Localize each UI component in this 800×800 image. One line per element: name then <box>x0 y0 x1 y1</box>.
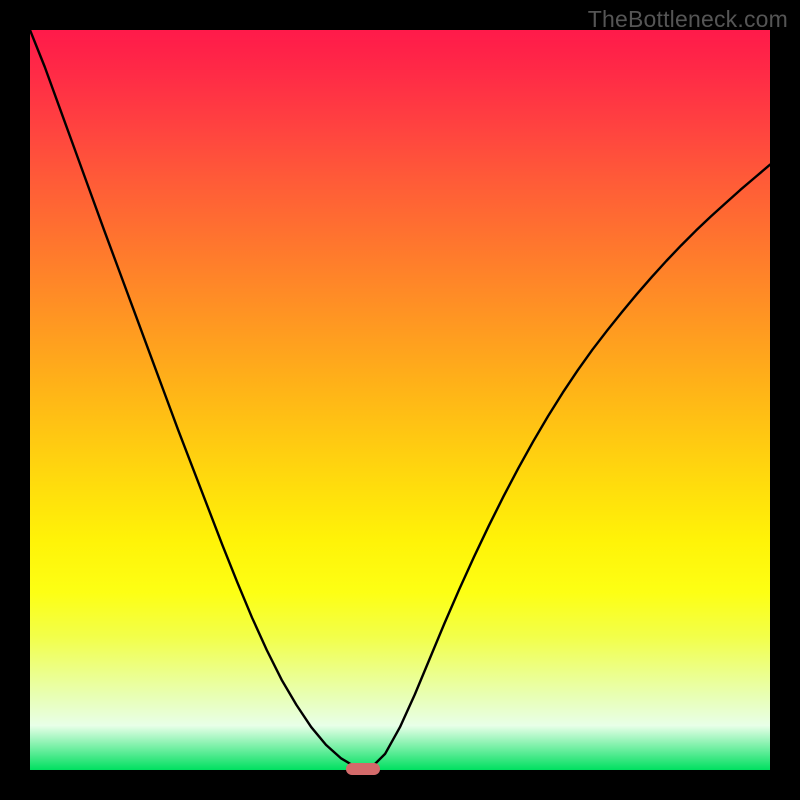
optimal-marker <box>346 763 380 775</box>
chart-frame: TheBottleneck.com <box>0 0 800 800</box>
bottleneck-curve <box>30 30 770 770</box>
watermark-text: TheBottleneck.com <box>588 6 788 33</box>
plot-area <box>30 30 770 770</box>
